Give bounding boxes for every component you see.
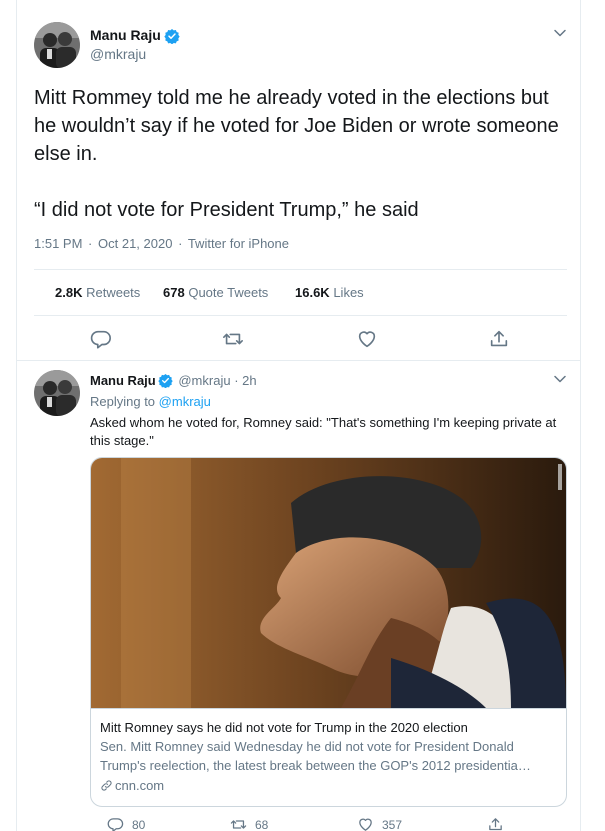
- tweet-stats: 2.8K Retweets 678 Quote Tweets 16.6K Lik…: [34, 269, 567, 316]
- meta-separator: ·: [178, 236, 183, 251]
- like-icon[interactable]: [357, 816, 374, 831]
- card-description: Sen. Mitt Romney said Wednesday he did n…: [100, 739, 531, 773]
- tweet-text-paragraph: “I did not vote for President Trump,” he…: [34, 199, 419, 221]
- link-card[interactable]: Mitt Romney says he did not vote for Tru…: [90, 457, 567, 807]
- author-name[interactable]: Manu Raju: [90, 373, 156, 388]
- quotes-label: Quote Tweets: [188, 285, 269, 300]
- retweet-icon[interactable]: [230, 816, 247, 831]
- meta-separator: ·: [234, 373, 239, 388]
- reply-icon[interactable]: [107, 816, 124, 831]
- timeline-column: Manu Raju @mkraju Mitt Rommey told me he…: [16, 0, 581, 831]
- author-avatar[interactable]: [34, 22, 80, 68]
- reply-icon[interactable]: [90, 328, 112, 350]
- tweet-time[interactable]: 1:51 PM: [34, 236, 82, 251]
- reply-tweet-actions: 80 68 357: [90, 816, 550, 831]
- retweets-label: Retweets: [86, 285, 141, 300]
- meta-separator: ·: [88, 236, 93, 251]
- retweets-count: 2.8K: [55, 285, 83, 300]
- reply-text: Asked whom he voted for, Romney said: "T…: [90, 415, 557, 448]
- verified-badge-icon: [158, 373, 173, 389]
- share-action[interactable]: [487, 816, 512, 831]
- verified-badge-icon: [164, 29, 180, 44]
- chevron-down-icon[interactable]: [553, 372, 567, 386]
- likes-stat[interactable]: 16.6K Likes: [295, 285, 364, 300]
- likes-label: Likes: [333, 285, 364, 300]
- tweet-date[interactable]: Oct 21, 2020: [98, 236, 172, 251]
- tweet-text-paragraph: Mitt Rommey told me he already voted in …: [34, 87, 559, 165]
- author-avatar[interactable]: [34, 370, 80, 416]
- author-name[interactable]: Manu Raju: [90, 27, 161, 43]
- like-action[interactable]: 357: [357, 816, 402, 831]
- chevron-down-icon[interactable]: [553, 26, 567, 40]
- replying-to-prefix: Replying to: [90, 394, 156, 409]
- retweet-action[interactable]: 68: [230, 816, 268, 831]
- author-handle[interactable]: @mkraju: [90, 46, 146, 62]
- card-image: [91, 458, 566, 708]
- reply-count: 80: [132, 818, 146, 831]
- retweets-stat[interactable]: 2.8K Retweets: [55, 285, 140, 300]
- card-domain: cnn.com: [100, 776, 560, 795]
- author-handle[interactable]: @mkraju: [178, 373, 230, 388]
- reply-tweet[interactable]: Manu Raju @mkraju · 2h Replying to @mkra…: [17, 362, 580, 831]
- main-tweet: Manu Raju @mkraju Mitt Rommey told me he…: [17, 0, 580, 361]
- like-count: 357: [382, 818, 403, 831]
- share-icon[interactable]: [488, 328, 510, 350]
- retweet-count: 68: [255, 818, 269, 831]
- quotes-stat[interactable]: 678 Quote Tweets: [163, 285, 268, 300]
- retweet-icon[interactable]: [222, 328, 244, 350]
- card-divider: [91, 708, 566, 709]
- likes-count: 16.6K: [295, 285, 330, 300]
- quotes-count: 678: [163, 285, 185, 300]
- card-title: Mitt Romney says he did not vote for Tru…: [100, 720, 468, 735]
- tweet-meta: 1:51 PM · Oct 21, 2020 · Twitter for iPh…: [34, 236, 291, 251]
- tweet-source[interactable]: Twitter for iPhone: [188, 236, 289, 251]
- tweet-time-ago[interactable]: 2h: [242, 373, 256, 388]
- link-icon: [101, 780, 112, 791]
- card-text: Mitt Romney says he did not vote for Tru…: [100, 718, 560, 795]
- reply-header: Manu Raju @mkraju · 2h: [90, 373, 257, 389]
- share-icon[interactable]: [487, 816, 504, 831]
- card-domain-text: cnn.com: [115, 778, 165, 793]
- like-icon[interactable]: [356, 328, 378, 350]
- reply-action[interactable]: 80: [107, 816, 145, 831]
- tweet-text: Mitt Rommey told me he already voted in …: [34, 84, 569, 224]
- replying-to-handle[interactable]: @mkraju: [159, 394, 211, 409]
- replying-to: Replying to @mkraju: [90, 394, 211, 409]
